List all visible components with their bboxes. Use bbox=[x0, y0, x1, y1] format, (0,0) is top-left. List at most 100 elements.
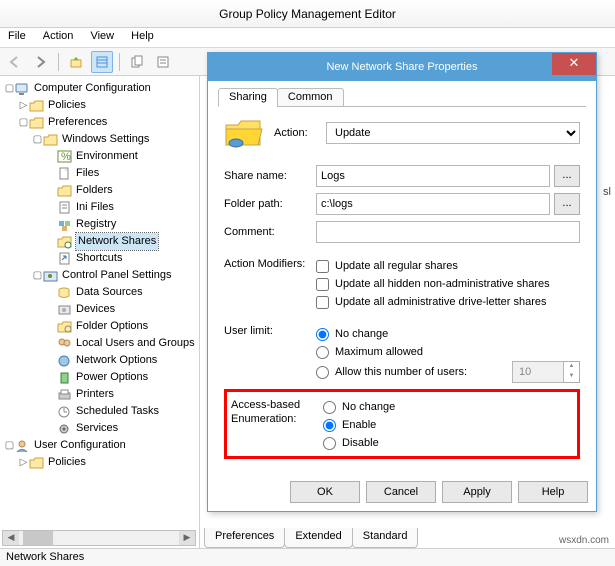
sched-icon bbox=[57, 404, 73, 420]
tree-ini[interactable]: Ini Files bbox=[76, 199, 114, 216]
userlimit-max-radio[interactable]: Maximum allowed bbox=[316, 343, 580, 361]
shortcut-icon bbox=[57, 251, 73, 267]
folderpath-browse-button[interactable]: ... bbox=[554, 193, 580, 215]
userlimit-allow-radio[interactable]: Allow this number of users: bbox=[316, 363, 512, 381]
comment-label: Comment: bbox=[224, 226, 316, 238]
expander-icon[interactable]: ▢ bbox=[32, 267, 43, 284]
copy-button[interactable] bbox=[126, 51, 148, 73]
cpanel-icon bbox=[43, 268, 59, 284]
tab-extended[interactable]: Extended bbox=[284, 528, 352, 548]
expander-icon[interactable]: ▢ bbox=[18, 114, 29, 131]
window-title: Group Policy Management Editor bbox=[0, 0, 615, 28]
mod-hidden-check[interactable]: Update all hidden non-administrative sha… bbox=[316, 275, 580, 293]
credit-text: wsxdn.com bbox=[559, 535, 609, 546]
registry-icon bbox=[57, 217, 73, 233]
abe-label: Access-based Enumeration: bbox=[231, 398, 323, 426]
tab-common[interactable]: Common bbox=[277, 88, 344, 107]
tab-preferences[interactable]: Preferences bbox=[204, 528, 285, 548]
properties-dialog: New Network Share Properties ✕ Sharing C… bbox=[207, 52, 597, 512]
computer-icon bbox=[15, 81, 31, 97]
share-folder-icon bbox=[224, 117, 274, 149]
help-button[interactable]: Help bbox=[518, 481, 588, 503]
tree-environment[interactable]: Environment bbox=[76, 148, 138, 165]
menu-view[interactable]: View bbox=[90, 30, 114, 42]
highlight-box: Access-based Enumeration: No change Enab… bbox=[224, 389, 580, 459]
properties-button[interactable] bbox=[152, 51, 174, 73]
modifiers-label: Action Modifiers: bbox=[224, 257, 316, 271]
tree-scrollbar[interactable]: ◀▶ bbox=[2, 530, 196, 546]
action-label: Action: bbox=[274, 127, 326, 139]
tree-policies[interactable]: Policies bbox=[48, 97, 86, 114]
env-icon: % bbox=[57, 149, 73, 165]
action-select[interactable]: Update bbox=[326, 122, 580, 144]
tree-folders[interactable]: Folders bbox=[76, 182, 113, 199]
abe-enable-radio[interactable]: Enable bbox=[323, 416, 573, 434]
tree-registry[interactable]: Registry bbox=[76, 216, 116, 233]
mod-admin-check[interactable]: Update all administrative drive-letter s… bbox=[316, 293, 580, 311]
mod-regular-check[interactable]: Update all regular shares bbox=[316, 257, 580, 275]
abe-disable-radio[interactable]: Disable bbox=[323, 434, 573, 452]
tree-preferences[interactable]: Preferences bbox=[48, 114, 107, 131]
tree-cpsettings[interactable]: Control Panel Settings bbox=[62, 267, 171, 284]
tree-shortcuts[interactable]: Shortcuts bbox=[76, 250, 122, 267]
netopt-icon bbox=[57, 353, 73, 369]
folder-icon bbox=[29, 115, 45, 131]
userlimit-spinner[interactable]: ▲▼ bbox=[564, 361, 580, 383]
folder-icon bbox=[57, 183, 73, 199]
tab-standard[interactable]: Standard bbox=[352, 528, 419, 548]
menu-action[interactable]: Action bbox=[43, 30, 74, 42]
folder-icon bbox=[43, 132, 59, 148]
expander-icon[interactable]: ▢ bbox=[4, 437, 15, 454]
folder-icon bbox=[29, 98, 45, 114]
close-button[interactable]: ✕ bbox=[552, 53, 596, 75]
apply-button[interactable]: Apply bbox=[442, 481, 512, 503]
tree-datasources[interactable]: Data Sources bbox=[76, 284, 143, 301]
menu-help[interactable]: Help bbox=[131, 30, 154, 42]
tree-localusers[interactable]: Local Users and Groups bbox=[76, 335, 195, 352]
userlimit-label: User limit: bbox=[224, 325, 316, 337]
folderopt-icon bbox=[57, 319, 73, 335]
folderpath-label: Folder path: bbox=[224, 198, 316, 210]
ok-button[interactable]: OK bbox=[290, 481, 360, 503]
tree-policies2[interactable]: Policies bbox=[48, 454, 86, 471]
expander-icon[interactable]: ▷ bbox=[18, 97, 29, 114]
tree-files[interactable]: Files bbox=[76, 165, 99, 182]
menu-file[interactable]: File bbox=[8, 30, 26, 42]
up-button[interactable] bbox=[65, 51, 87, 73]
userlimit-nochange-radio[interactable]: No change bbox=[316, 325, 580, 343]
tree-sched[interactable]: Scheduled Tasks bbox=[76, 403, 159, 420]
list-button[interactable] bbox=[91, 51, 113, 73]
users-icon bbox=[57, 336, 73, 352]
expander-icon[interactable]: ▢ bbox=[4, 80, 15, 97]
user-icon bbox=[15, 438, 31, 454]
expander-icon[interactable]: ▷ bbox=[18, 454, 29, 471]
tree-poweropt[interactable]: Power Options bbox=[76, 369, 148, 386]
bottom-tabs: Preferences Extended Standard bbox=[204, 528, 417, 548]
sharename-input[interactable] bbox=[316, 165, 550, 187]
tree-winsettings[interactable]: Windows Settings bbox=[62, 131, 149, 148]
status-bar: Network Shares bbox=[0, 548, 615, 566]
tree-panel: ▢ Computer Configuration ▷ Policies ▢ Prefe… bbox=[0, 76, 200, 548]
abe-nochange-radio[interactable]: No change bbox=[323, 398, 573, 416]
tree-computer-config[interactable]: Computer Configuration bbox=[34, 80, 151, 97]
cancel-button[interactable]: Cancel bbox=[366, 481, 436, 503]
sharename-browse-button[interactable]: ... bbox=[554, 165, 580, 187]
tree-services[interactable]: Services bbox=[76, 420, 118, 437]
comment-input[interactable] bbox=[316, 221, 580, 243]
netshare-icon bbox=[57, 234, 73, 250]
power-icon bbox=[57, 370, 73, 386]
tree-folderopt[interactable]: Folder Options bbox=[76, 318, 148, 335]
tree-netopt[interactable]: Network Options bbox=[76, 352, 157, 369]
forward-button[interactable] bbox=[30, 51, 52, 73]
tree-devices[interactable]: Devices bbox=[76, 301, 115, 318]
tree-netshares[interactable]: Network Shares bbox=[76, 233, 158, 250]
tree-userconfig[interactable]: User Configuration bbox=[34, 437, 126, 454]
back-button[interactable] bbox=[4, 51, 26, 73]
folderpath-input[interactable] bbox=[316, 193, 550, 215]
userlimit-number: 10 bbox=[512, 361, 564, 383]
tab-sharing[interactable]: Sharing bbox=[218, 88, 278, 107]
tree-printers[interactable]: Printers bbox=[76, 386, 114, 403]
expander-icon[interactable]: ▢ bbox=[32, 131, 43, 148]
sharename-label: Share name: bbox=[224, 170, 316, 182]
menubar: File Action View Help bbox=[0, 28, 615, 48]
